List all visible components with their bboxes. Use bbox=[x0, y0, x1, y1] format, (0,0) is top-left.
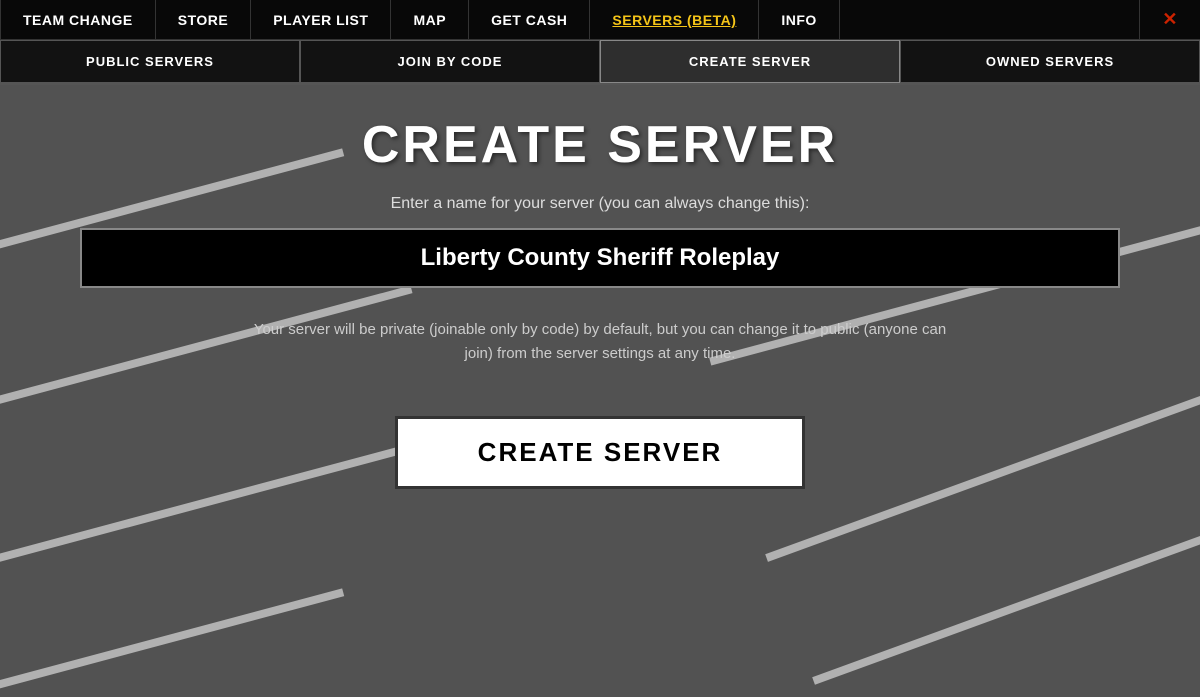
nav-store[interactable]: STORE bbox=[156, 0, 251, 39]
create-server-button[interactable]: CREATE SERVER bbox=[395, 416, 806, 489]
nav-info[interactable]: INFO bbox=[759, 0, 839, 39]
tab-join-by-code[interactable]: JOIN BY CODE bbox=[300, 40, 600, 83]
create-server-form: CREATE SERVER Enter a name for your serv… bbox=[0, 85, 1200, 697]
tab-navigation: PUBLIC SERVERS JOIN BY CODE CREATE SERVE… bbox=[0, 40, 1200, 85]
close-button[interactable]: ✕ bbox=[1139, 0, 1200, 39]
nav-map[interactable]: MAP bbox=[391, 0, 469, 39]
top-navigation: TEAM CHANGE STORE PLAYER LIST MAP GET CA… bbox=[0, 0, 1200, 40]
tab-create-server[interactable]: CREATE SERVER bbox=[600, 40, 900, 83]
server-name-input[interactable] bbox=[80, 228, 1120, 288]
nav-get-cash[interactable]: GET CASH bbox=[469, 0, 590, 39]
privacy-info-text: Your server will be private (joinable on… bbox=[250, 318, 950, 366]
tab-public-servers[interactable]: PUBLIC SERVERS bbox=[0, 40, 300, 83]
nav-player-list[interactable]: PLAYER LIST bbox=[251, 0, 391, 39]
nav-servers-beta[interactable]: SERVERS (BETA) bbox=[590, 0, 759, 39]
tab-owned-servers[interactable]: OWNED SERVERS bbox=[900, 40, 1200, 83]
nav-team-change[interactable]: TEAM CHANGE bbox=[0, 0, 156, 39]
subtitle-text: Enter a name for your server (you can al… bbox=[391, 195, 810, 213]
page-title: CREATE SERVER bbox=[362, 115, 838, 175]
